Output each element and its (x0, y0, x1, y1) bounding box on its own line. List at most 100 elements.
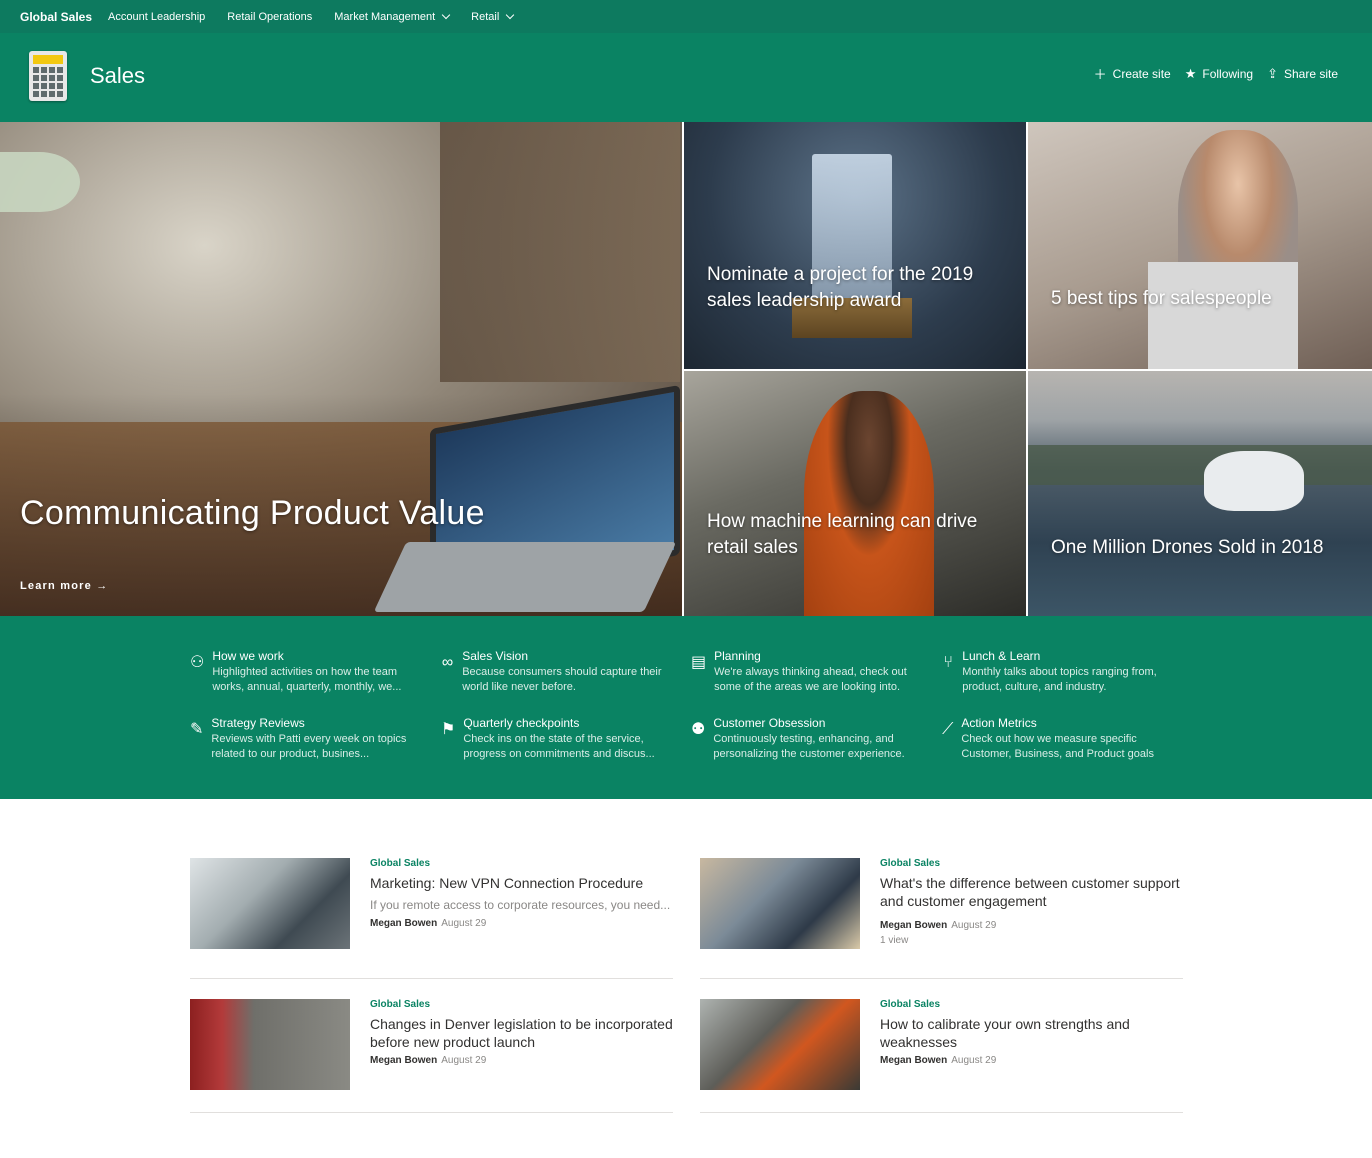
nav-retail[interactable]: Retail (471, 10, 515, 23)
quick-link-desc: Check ins on the state of the service, p… (463, 733, 655, 760)
quick-link-title: How we work (212, 649, 284, 663)
star-icon: ★ (1184, 65, 1197, 81)
divider (700, 1112, 1183, 1113)
news-card[interactable]: Global Sales How to calibrate your own s… (700, 999, 1183, 1111)
hub-navigation: Global Sales Account Leadership Retail O… (0, 0, 1372, 33)
news-thumbnail[interactable] (190, 999, 350, 1090)
quick-link-title: Customer Obsession (713, 716, 826, 730)
site-actions: ＋ Create site ★ Following ⇪ Share site (1080, 64, 1338, 83)
news-meta: Megan Bowen August 29 (370, 1055, 675, 1066)
hero-tile-title: How machine learning can drive retail sa… (707, 511, 978, 558)
hero-tile-machine-learning[interactable]: How machine learning can drive retail sa… (684, 371, 1026, 616)
news-meta: Megan Bowen August 29 (880, 920, 1185, 931)
news-author[interactable]: Megan Bowen (370, 918, 437, 929)
quick-link-desc: Reviews with Patti every week on topics … (211, 733, 407, 760)
quick-link-action-metrics[interactable]: ⟋ Action Metrics Check out how we measure… (942, 715, 1172, 762)
nav-label: Account Leadership (108, 10, 206, 23)
share-site-button[interactable]: ⇪ Share site (1267, 64, 1338, 83)
news-meta: Megan Bowen August 29 (370, 918, 675, 929)
hero-tile-title: Nominate a project for the 2019 sales le… (707, 264, 974, 311)
plus-icon: ＋ (1093, 67, 1107, 82)
quick-link-title: Planning (714, 649, 761, 663)
create-site-button[interactable]: ＋ Create site (1094, 64, 1171, 83)
hero-main-tile[interactable]: Communicating Product Value Learn more → (0, 122, 682, 616)
chevron-down-icon (441, 10, 451, 19)
divider (190, 1112, 673, 1113)
quick-link-how-we-work[interactable]: ⚇ How we work Highlighted activities on h… (190, 648, 420, 695)
quick-links-section: ⚇ How we work Highlighted activities on h… (0, 616, 1372, 799)
news-card[interactable]: Global Sales Marketing: New VPN Connecti… (190, 858, 673, 970)
news-date: August 29 (951, 1055, 997, 1066)
news-section: Global Sales Marketing: New VPN Connecti… (0, 799, 1372, 1158)
quick-link-quarterly-checkpoints[interactable]: ⚑ Quarterly checkpoints Check ins on the … (441, 715, 671, 762)
divider (190, 978, 673, 979)
line-chart-icon: ⟋ (942, 721, 954, 738)
quick-link-desc: Highlighted activities on how the team w… (212, 666, 402, 693)
quick-link-title: Quarterly checkpoints (463, 716, 580, 730)
following-button[interactable]: ★ Following (1185, 64, 1253, 83)
news-thumbnail[interactable] (700, 999, 860, 1090)
news-title[interactable]: Changes in Denver legislation to be inco… (370, 1015, 675, 1051)
news-thumbnail[interactable] (190, 858, 350, 949)
nav-label: Market Management (334, 10, 436, 23)
quick-link-sales-vision[interactable]: ∞ Sales Vision Because consumers should c… (441, 648, 671, 695)
hero-tile-drones[interactable]: One Million Drones Sold in 2018 (1028, 371, 1372, 616)
nav-market-management[interactable]: Market Management (334, 10, 451, 23)
share-icon: ⇪ (1267, 65, 1278, 81)
nav-label: Retail Operations (227, 10, 313, 23)
quick-link-desc: Check out how we measure specific Custom… (961, 733, 1154, 760)
news-title[interactable]: How to calibrate your own strengths and … (880, 1015, 1185, 1051)
site-header: Sales ＋ Create site ★ Following ⇪ Share sit… (0, 33, 1372, 122)
news-card[interactable]: Global Sales Changes in Denver legislati… (190, 999, 673, 1111)
quick-link-title: Action Metrics (961, 716, 1037, 730)
nav-account-leadership[interactable]: Account Leadership (108, 11, 205, 23)
news-views: 1 view (880, 935, 909, 946)
news-author[interactable]: Megan Bowen (880, 1055, 947, 1066)
news-source[interactable]: Global Sales (880, 999, 1185, 1010)
hero-section: Communicating Product Value Learn more →… (0, 122, 1372, 616)
news-author[interactable]: Megan Bowen (370, 1055, 437, 1066)
nav-retail-operations[interactable]: Retail Operations (227, 11, 312, 23)
divider (700, 978, 1183, 979)
news-date: August 29 (441, 918, 487, 929)
people-icon: ⚇ (190, 654, 205, 671)
hero-tile-award[interactable]: Nominate a project for the 2019 sales le… (684, 122, 1026, 369)
following-label: Following (1202, 66, 1254, 81)
quick-link-desc: We're always thinking ahead, check out s… (714, 666, 907, 693)
quick-link-lunch-learn[interactable]: ⑂ Lunch & Learn Monthly talks about topic… (942, 648, 1172, 695)
news-thumbnail[interactable] (700, 858, 860, 949)
quick-link-customer-obsession[interactable]: ⚉ Customer Obsession Continuously testing… (691, 715, 921, 762)
quick-link-planning[interactable]: ▤ Planning We're always thinking ahead, c… (691, 648, 921, 695)
quick-link-desc: Monthly talks about topics ranging from,… (962, 666, 1157, 693)
calculator-logo-icon[interactable] (29, 51, 67, 101)
person-flag-icon: ⚑ (441, 721, 456, 738)
edit-note-icon: ✎ (190, 721, 204, 738)
news-date: August 29 (441, 1055, 487, 1066)
news-card[interactable]: Global Sales What's the difference betwe… (700, 858, 1183, 970)
create-site-label: Create site (1112, 66, 1171, 81)
hero-main-title: Communicating Product Value (20, 494, 485, 532)
news-meta: Megan Bowen August 29 (880, 1055, 1185, 1066)
news-author[interactable]: Megan Bowen (880, 920, 947, 931)
news-source[interactable]: Global Sales (370, 858, 675, 869)
news-title[interactable]: What's the difference between customer s… (880, 874, 1185, 910)
news-source[interactable]: Global Sales (880, 858, 1185, 869)
news-source[interactable]: Global Sales (370, 999, 675, 1010)
hub-site-link[interactable]: Global Sales (20, 10, 92, 24)
share-site-label: Share site (1283, 66, 1338, 81)
news-title[interactable]: Marketing: New VPN Connection Procedure (370, 874, 675, 892)
hero-tile-tips[interactable]: 5 best tips for salespeople (1028, 122, 1372, 369)
calendar-icon: ▤ (691, 654, 707, 671)
learn-more-link[interactable]: Learn more → (20, 580, 108, 592)
quick-link-strategy-reviews[interactable]: ✎ Strategy Reviews Reviews with Patti eve… (190, 715, 420, 762)
quick-link-title: Sales Vision (462, 649, 529, 663)
glasses-icon: ∞ (441, 654, 454, 671)
news-date: August 29 (951, 920, 997, 931)
news-description: If you remote access to corporate resour… (370, 898, 671, 912)
site-title[interactable]: Sales (90, 63, 145, 89)
learn-more-label: Learn more (20, 580, 92, 592)
hero-tile-title: 5 best tips for salespeople (1051, 288, 1272, 309)
arrow-right-icon: → (96, 580, 109, 592)
group-icon: ⚉ (691, 721, 706, 738)
quick-link-title: Lunch & Learn (962, 649, 1041, 663)
